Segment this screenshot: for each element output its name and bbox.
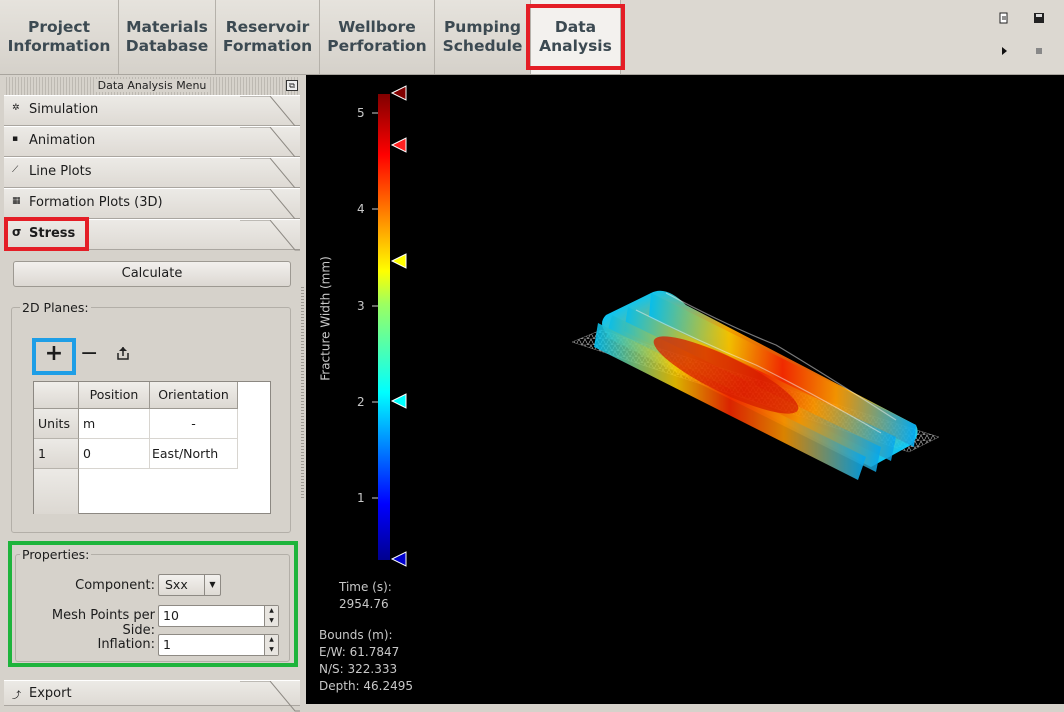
colorbar-label: Fracture Width (mm) xyxy=(318,256,333,381)
tab-label: Wellbore xyxy=(338,18,416,36)
bounds-ew: E/W: 61.7847 xyxy=(319,645,400,659)
data-analysis-menu-panel: Data Analysis Menu ⧉ ✲ Simulation ▪ Anim… xyxy=(0,75,305,712)
properties-group-title: Properties: xyxy=(20,547,92,562)
tab-data-analysis[interactable]: Data Analysis xyxy=(531,0,621,74)
mesh-points-value: 10 xyxy=(163,608,179,623)
top-tab-bar: Project Information Materials Database Res… xyxy=(0,0,1064,75)
chevron-down-icon: ▼ xyxy=(204,575,220,595)
export-icon: ⤴ xyxy=(12,691,22,701)
time-label: Time (s): xyxy=(339,580,392,594)
menu-item-label: Export xyxy=(29,686,72,701)
mesh-points-label: Mesh Points per Side: xyxy=(51,608,155,638)
colorbar-max-handle[interactable] xyxy=(390,85,407,101)
row-header-units: Units xyxy=(34,409,79,439)
component-select[interactable]: Sxx ▼ xyxy=(158,574,221,596)
colorbar-handle[interactable] xyxy=(390,253,407,269)
menu-item-label: Line Plots xyxy=(29,164,92,179)
colorbar-and-model xyxy=(372,85,940,567)
colorbar-tick: 4 xyxy=(357,202,365,216)
menu-item-line-plots[interactable]: ⟋ Line Plots xyxy=(4,157,300,189)
menu-item-simulation[interactable]: ✲ Simulation xyxy=(4,95,300,127)
tab-materials-database[interactable]: Materials Database xyxy=(119,0,216,74)
row-header-1[interactable]: 1 xyxy=(34,439,79,469)
colorbar-tick: 3 xyxy=(357,299,365,313)
menu-item-label: Stress xyxy=(29,226,76,241)
colorbar xyxy=(378,94,390,560)
tab-label: Information xyxy=(7,37,111,55)
colorbar-min-handle[interactable] xyxy=(390,551,407,567)
colorbar-handle[interactable] xyxy=(390,393,407,409)
time-value: 2954.76 xyxy=(339,597,389,611)
row-header-empty xyxy=(34,469,79,514)
spinner-arrows-icon[interactable]: ▲ ▼ xyxy=(264,606,278,626)
menu-item-label: Simulation xyxy=(29,102,99,117)
bounds-label: Bounds (m): xyxy=(319,628,393,642)
tab-wellbore-perforation[interactable]: Wellbore Perforation xyxy=(320,0,435,74)
spinner-arrows-icon[interactable]: ▲ ▼ xyxy=(264,635,278,655)
remove-plane-button[interactable]: − xyxy=(80,343,98,367)
menu-item-label: Formation Plots (3D) xyxy=(29,195,163,210)
stop-icon[interactable] xyxy=(1033,45,1045,57)
menu-item-stress[interactable]: σ Stress xyxy=(4,219,300,251)
component-value: Sxx xyxy=(165,577,188,592)
colorbar-tick: 2 xyxy=(357,395,365,409)
inflation-spinbox[interactable]: 1 ▲ ▼ xyxy=(158,634,279,656)
cell-units-orientation[interactable]: - xyxy=(150,409,238,439)
sigma-icon: σ xyxy=(12,225,22,239)
tab-label: Materials xyxy=(126,18,208,36)
calculate-button[interactable]: Calculate xyxy=(13,261,291,287)
planes-table: Position Orientation Units m - 1 0 East/… xyxy=(33,381,271,514)
inflation-value: 1 xyxy=(163,637,171,652)
3d-viewport[interactable]: 5 4 3 2 1 Fracture Width (mm) Time (s): … xyxy=(306,75,1064,704)
play-icon[interactable] xyxy=(998,45,1010,57)
splitter-handle[interactable] xyxy=(301,285,304,500)
tab-reservoir-formation[interactable]: Reservoir Formation xyxy=(216,0,320,74)
colorbar-handle[interactable] xyxy=(390,137,407,153)
tab-label: Formation xyxy=(222,37,313,55)
export-icon[interactable] xyxy=(998,12,1010,24)
column-header-position[interactable]: Position xyxy=(79,382,150,409)
tab-label: Data xyxy=(554,18,597,36)
bounds-depth: Depth: 46.2495 xyxy=(319,679,414,693)
menu-item-formation-plots[interactable]: ▦ Formation Plots (3D) xyxy=(4,188,300,220)
cell-row1-position[interactable]: 0 xyxy=(79,439,150,469)
planes-group-title: 2D Planes: xyxy=(20,300,91,315)
tab-label: Database xyxy=(125,37,209,55)
tab-label: Schedule xyxy=(442,37,523,55)
cell-units-position[interactable]: m xyxy=(79,409,150,439)
tab-project-information[interactable]: Project Information xyxy=(0,0,119,74)
tab-label: Project xyxy=(27,18,91,36)
camera-icon: ▪ xyxy=(12,134,19,144)
fracture-model xyxy=(594,290,918,480)
inflation-label: Inflation: xyxy=(97,637,155,652)
table-corner xyxy=(34,382,79,409)
menu-item-export[interactable]: ⤴ Export xyxy=(4,680,300,712)
colorbar-tick: 5 xyxy=(357,106,365,120)
tab-label: Perforation xyxy=(327,37,427,55)
save-icon[interactable] xyxy=(1033,12,1045,24)
component-label: Component: xyxy=(75,578,155,593)
bounds-ns: N/S: 322.333 xyxy=(319,662,398,676)
colorbar-tick: 1 xyxy=(357,491,365,505)
float-panel-icon[interactable]: ⧉ xyxy=(286,80,298,91)
menu-item-animation[interactable]: ▪ Animation xyxy=(4,126,300,158)
gear-icon: ✲ xyxy=(12,103,20,113)
tab-pumping-schedule[interactable]: Pumping Schedule xyxy=(435,0,531,74)
tab-label: Pumping xyxy=(443,18,522,36)
column-header-orientation[interactable]: Orientation xyxy=(150,382,238,409)
cell-row1-orientation[interactable]: East/North xyxy=(150,439,238,469)
panel-title: Data Analysis Menu ⧉ xyxy=(4,77,300,95)
chart-icon: ⟋ xyxy=(12,165,19,175)
grid-icon: ▦ xyxy=(12,196,21,206)
menu-item-label: Animation xyxy=(29,133,96,148)
panel-title-text: Data Analysis Menu xyxy=(93,79,211,92)
tab-label: Analysis xyxy=(539,37,612,55)
mesh-points-spinbox[interactable]: 10 ▲ ▼ xyxy=(158,605,279,627)
upload-icon[interactable] xyxy=(115,345,131,363)
tab-label: Reservoir xyxy=(225,18,310,36)
add-plane-button[interactable]: + xyxy=(42,343,66,367)
